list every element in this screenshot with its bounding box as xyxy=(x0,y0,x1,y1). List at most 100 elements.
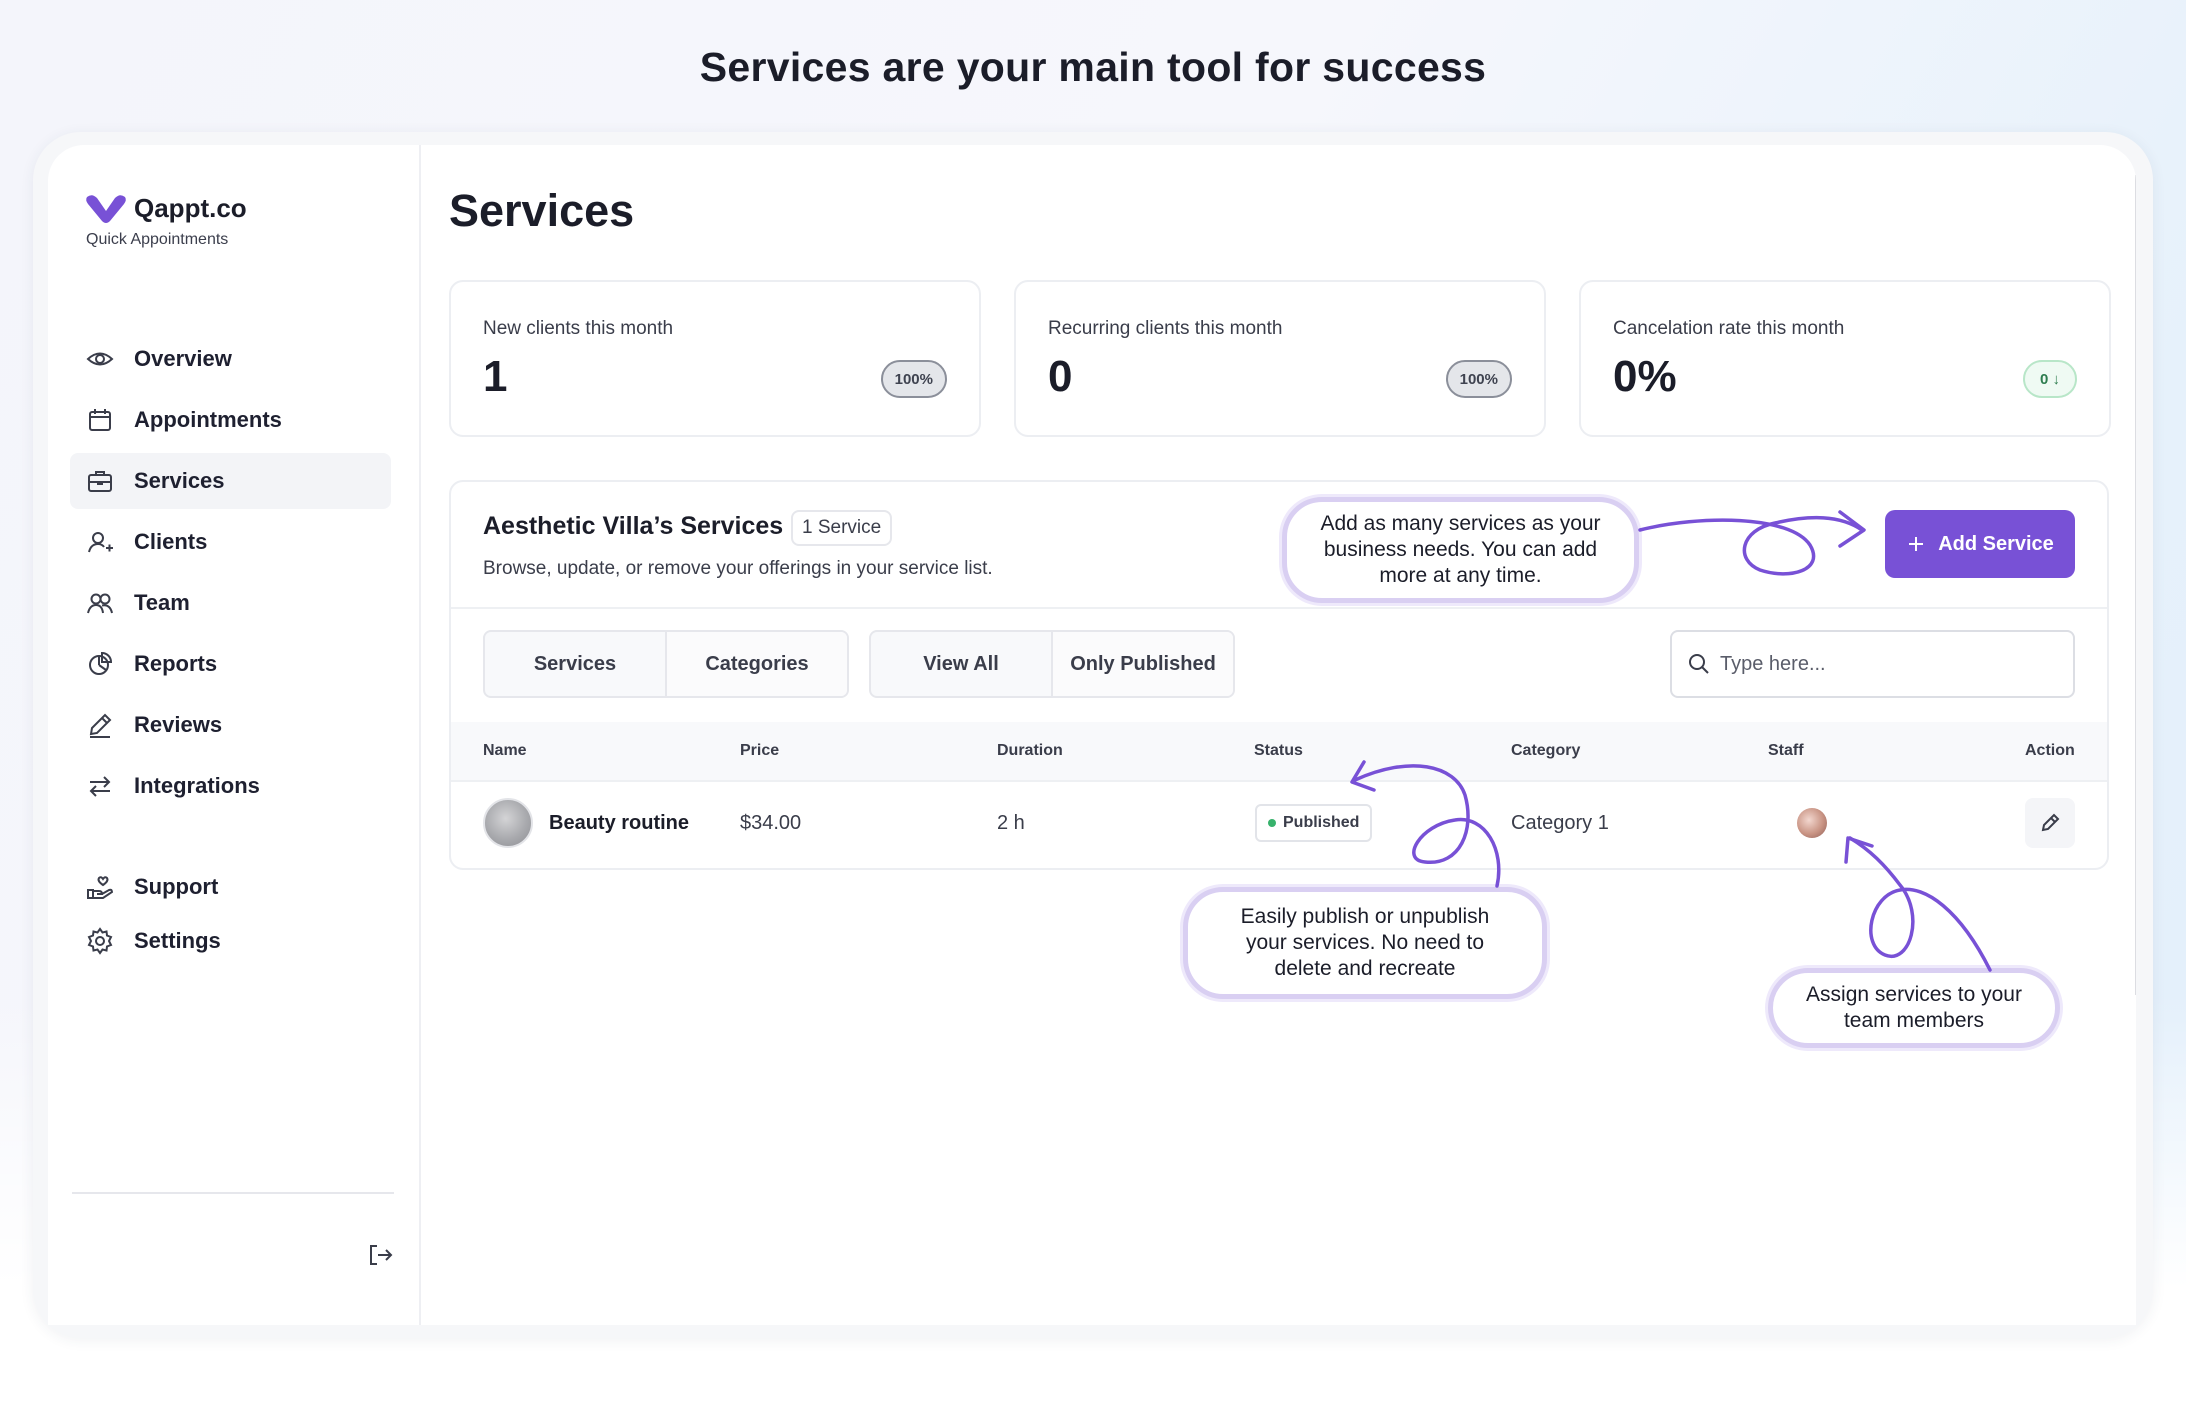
search-box[interactable] xyxy=(1670,630,2075,698)
stat-card-recurring-clients: Recurring clients this month 0 100% xyxy=(1014,280,1546,437)
sidebar-item-reports[interactable]: Reports xyxy=(70,636,391,692)
sidebar-item-label: Overview xyxy=(134,346,232,371)
service-count-chip: 1 Service xyxy=(791,510,893,546)
sidebar-item-label: Support xyxy=(134,874,219,899)
search-icon xyxy=(1689,654,1709,674)
panel-title: Aesthetic Villa’s Services xyxy=(483,512,784,540)
stat-badge: 100% xyxy=(880,360,947,398)
callout-line: business needs. You can add xyxy=(1323,538,1598,561)
sidebar: Qappt.co Quick Appointments Overview App… xyxy=(48,145,421,1325)
table-row[interactable]: Beauty routine $34.00 2 h Published Cate… xyxy=(451,782,2107,868)
filter-tabs: View All Only Published xyxy=(869,630,1235,698)
add-service-button[interactable]: Add Service xyxy=(1885,510,2075,578)
sidebar-item-label: Services xyxy=(134,468,225,493)
callout-line: Add as many services as your xyxy=(1320,512,1601,535)
sidebar-item-settings[interactable]: Settings xyxy=(70,913,391,969)
gear-icon xyxy=(86,927,114,955)
sidebar-item-clients[interactable]: Clients xyxy=(70,514,391,570)
pen-icon xyxy=(86,711,114,739)
sidebar-item-team[interactable]: Team xyxy=(70,575,391,631)
hand-heart-icon xyxy=(86,873,114,901)
column-category: Category xyxy=(1511,742,1581,759)
brand-tagline: Quick Appointments xyxy=(86,231,229,248)
stat-value: 0 xyxy=(1048,352,1073,401)
callout-line: delete and recreate xyxy=(1274,957,1456,980)
scrollbar[interactable] xyxy=(2135,175,2136,995)
column-duration: Duration xyxy=(997,742,1063,759)
arrows-swap-icon xyxy=(86,772,114,800)
stat-value: 0% xyxy=(1613,352,1677,401)
status-dot xyxy=(1268,819,1276,827)
edit-button[interactable] xyxy=(2025,798,2075,848)
stat-card-cancelation-rate: Cancelation rate this month 0% 0 ↓ xyxy=(1579,280,2111,437)
callout-publish: Easily publish or unpublish your service… xyxy=(1183,887,1547,999)
status-label: Published xyxy=(1283,814,1360,831)
service-category: Category 1 xyxy=(1511,812,1609,834)
sidebar-item-label: Reports xyxy=(134,651,218,676)
service-name: Beauty routine xyxy=(549,812,690,834)
plus-icon xyxy=(1909,537,1924,551)
pie-chart-icon xyxy=(86,650,114,678)
stat-card-new-clients: New clients this month 1 100% xyxy=(449,280,981,437)
callout-line: more at any time. xyxy=(1379,564,1542,587)
user-plus-icon xyxy=(86,528,114,556)
page-title: Services xyxy=(449,185,635,236)
tab-categories[interactable]: Categories xyxy=(665,632,847,696)
view-tabs: Services Categories xyxy=(483,630,849,698)
sidebar-item-label: Integrations xyxy=(134,773,260,798)
stat-label: Recurring clients this month xyxy=(1048,318,1283,339)
sidebar-item-appointments[interactable]: Appointments xyxy=(70,392,391,448)
pencil-icon xyxy=(2041,813,2060,832)
sidebar-item-label: Appointments xyxy=(134,407,282,432)
logout-icon[interactable] xyxy=(366,1241,394,1269)
panel-divider xyxy=(451,607,2107,609)
sidebar-item-integrations[interactable]: Integrations xyxy=(70,758,391,814)
eye-icon xyxy=(86,345,114,373)
calendar-icon xyxy=(86,406,114,434)
users-icon xyxy=(86,589,114,617)
sidebar-item-label: Clients xyxy=(134,529,208,554)
column-staff: Staff xyxy=(1768,742,1804,759)
stat-label: New clients this month xyxy=(483,318,674,339)
status-badge[interactable]: Published xyxy=(1255,804,1373,842)
sidebar-item-label: Settings xyxy=(134,928,221,953)
briefcase-icon xyxy=(86,467,114,495)
filter-view-all[interactable]: View All xyxy=(871,632,1051,696)
brand-name: Qappt.co xyxy=(134,193,247,223)
sidebar-item-services[interactable]: Services xyxy=(70,453,391,509)
logo-icon xyxy=(86,195,126,223)
service-thumbnail xyxy=(483,798,533,848)
panel-subtitle: Browse, update, or remove your offerings… xyxy=(483,558,993,579)
sidebar-divider xyxy=(72,1192,394,1194)
sidebar-item-support[interactable]: Support xyxy=(70,859,391,915)
callout-line: your services. No need to xyxy=(1245,931,1485,954)
callout-line: Easily publish or unpublish xyxy=(1240,905,1490,928)
sidebar-item-label: Reviews xyxy=(134,712,223,737)
service-duration: 2 h xyxy=(997,812,1025,834)
callout-line: Assign services to your xyxy=(1806,983,2022,1006)
search-input[interactable] xyxy=(1720,652,2050,676)
tab-services[interactable]: Services xyxy=(485,632,665,696)
add-service-label: Add Service xyxy=(1938,532,2054,555)
staff-avatar[interactable] xyxy=(1797,808,1827,838)
services-panel: Aesthetic Villa’s Services 1 Service Bro… xyxy=(449,480,2109,870)
stat-badge: 100% xyxy=(1445,360,1512,398)
column-price: Price xyxy=(740,742,780,759)
stat-badge: 0 ↓ xyxy=(2023,360,2077,398)
sidebar-item-overview[interactable]: Overview xyxy=(70,331,391,387)
table-header: Name Price Duration Status Category Staf… xyxy=(451,722,2107,780)
sidebar-item-reviews[interactable]: Reviews xyxy=(70,697,391,753)
filter-only-published[interactable]: Only Published xyxy=(1051,632,1233,696)
main-content: Services New clients this month 1 100% R… xyxy=(421,145,2136,1325)
stat-value: 1 xyxy=(483,352,508,401)
service-price: $34.00 xyxy=(740,812,802,834)
stat-label: Cancelation rate this month xyxy=(1613,318,1845,339)
column-action: Action xyxy=(2025,742,2075,759)
column-name: Name xyxy=(483,742,527,759)
sidebar-item-label: Team xyxy=(134,590,190,615)
callout-line: team members xyxy=(1843,1009,1985,1032)
column-status: Status xyxy=(1254,742,1303,759)
app-window: Qappt.co Quick Appointments Overview App… xyxy=(48,145,2136,1325)
callout-assign-staff: Assign services to your team members xyxy=(1768,968,2060,1048)
callout-add-services: Add as many services as your business ne… xyxy=(1282,497,1639,603)
